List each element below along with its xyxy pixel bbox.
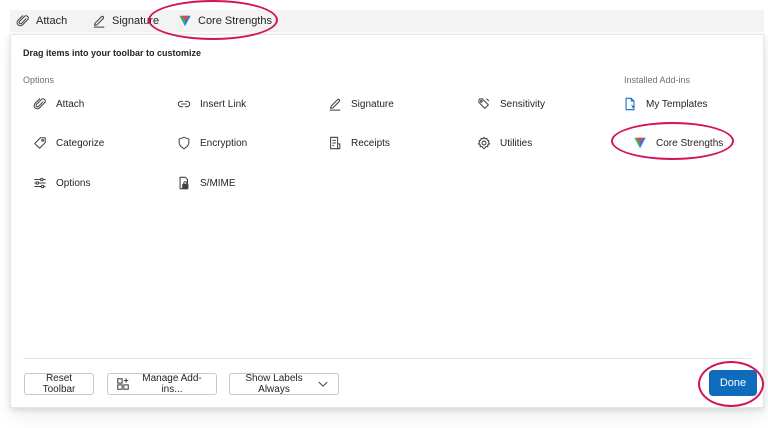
chevron-down-icon — [316, 377, 330, 391]
toolbar-core-strengths-label: Core Strengths — [198, 15, 272, 27]
option-attach[interactable]: Attach — [33, 94, 84, 114]
option-sensitivity[interactable]: Sensitivity — [477, 94, 545, 114]
addin-my-templates-label: My Templates — [646, 98, 708, 110]
core-strengths-logo-icon — [633, 136, 647, 150]
reset-toolbar-button[interactable]: Reset Toolbar — [24, 373, 94, 395]
manage-addins-label: Manage Add-ins... — [142, 373, 202, 395]
message-toolbar: Attach Signature Core Strengths — [10, 10, 764, 32]
gear-icon — [477, 136, 491, 150]
option-categorize-label: Categorize — [56, 137, 105, 149]
option-attach-label: Attach — [56, 98, 85, 110]
option-receipts[interactable]: Receipts — [328, 133, 390, 153]
option-encryption-label: Encryption — [200, 137, 248, 149]
option-encryption[interactable]: Encryption — [177, 133, 247, 153]
sensitivity-icon — [477, 97, 491, 111]
option-smime-label: S/MIME — [200, 177, 236, 189]
option-receipts-label: Receipts — [351, 137, 390, 149]
option-signature[interactable]: Signature — [328, 94, 394, 114]
option-signature-label: Signature — [351, 98, 394, 110]
option-categorize[interactable]: Categorize — [33, 133, 104, 153]
toolbar-attach[interactable]: Attach — [16, 10, 67, 32]
done-button[interactable]: Done — [709, 370, 757, 396]
show-labels-label: Show Labels Always — [245, 373, 303, 395]
lock-document-icon — [177, 176, 191, 190]
link-icon — [177, 97, 191, 111]
options-section-label: Options — [23, 75, 55, 85]
option-sensitivity-label: Sensitivity — [500, 98, 546, 110]
shield-icon — [177, 136, 191, 150]
manage-addins-button[interactable]: Manage Add-ins... — [107, 373, 217, 395]
toolbar-signature[interactable]: Signature — [92, 10, 159, 32]
core-strengths-logo-icon — [178, 14, 192, 28]
option-smime[interactable]: S/MIME — [177, 173, 236, 193]
panel-title: Drag items into your toolbar to customiz… — [23, 48, 202, 58]
template-document-icon — [623, 97, 637, 111]
addin-core-strengths-label: Core Strengths — [656, 137, 724, 149]
toolbar-core-strengths[interactable]: Core Strengths — [178, 10, 272, 32]
toolbar-signature-label: Signature — [112, 15, 160, 27]
sliders-icon — [33, 176, 47, 190]
option-options[interactable]: Options — [33, 173, 90, 193]
addin-my-templates[interactable]: My Templates — [623, 94, 708, 114]
pen-icon — [328, 97, 342, 111]
receipt-icon — [328, 136, 342, 150]
customize-toolbar-panel: Drag items into your toolbar to customiz… — [10, 34, 764, 408]
tag-icon — [33, 136, 47, 150]
option-insert-link[interactable]: Insert Link — [177, 94, 246, 114]
option-utilities[interactable]: Utilities — [477, 133, 532, 153]
addin-core-strengths[interactable]: Core Strengths — [633, 133, 723, 153]
show-labels-dropdown[interactable]: Show Labels Always — [229, 373, 339, 395]
footer-divider — [23, 358, 751, 359]
option-utilities-label: Utilities — [500, 137, 533, 149]
option-insert-link-label: Insert Link — [200, 98, 247, 110]
paperclip-icon — [16, 14, 30, 28]
addins-grid-icon — [116, 377, 130, 391]
option-options-label: Options — [56, 177, 91, 189]
addins-section-label: Installed Add-ins — [624, 75, 691, 85]
pen-icon — [92, 14, 106, 28]
toolbar-attach-label: Attach — [36, 15, 68, 27]
paperclip-icon — [33, 97, 47, 111]
